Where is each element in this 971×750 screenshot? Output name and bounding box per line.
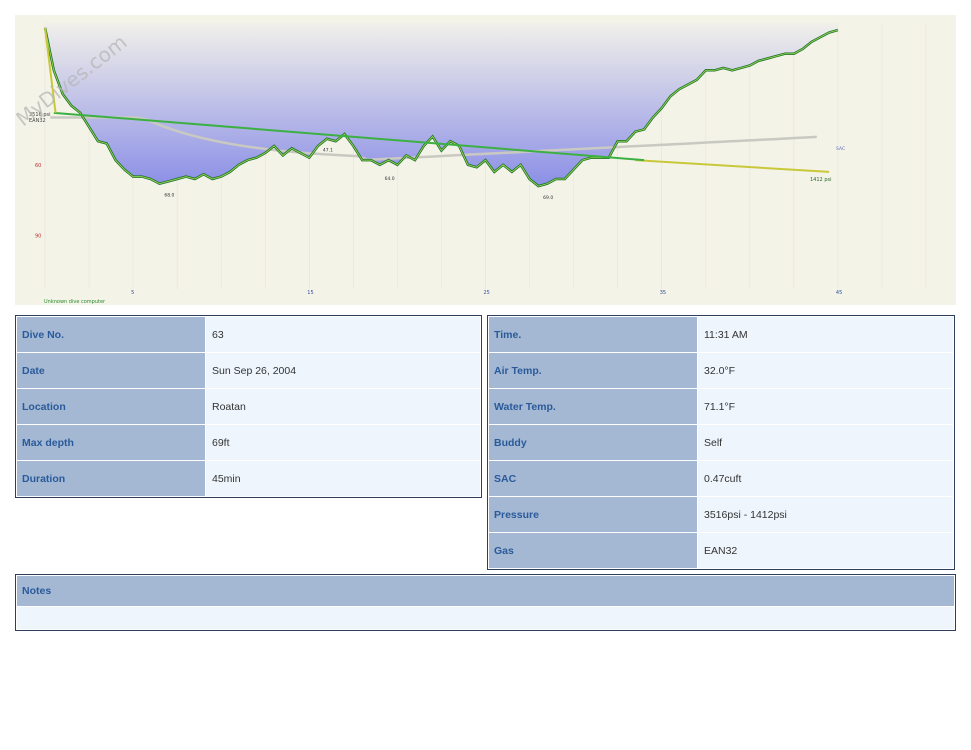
info-label: Air Temp.	[489, 353, 697, 388]
info-row: Gas EAN32	[489, 533, 953, 568]
info-label: Pressure	[489, 497, 697, 532]
dive-info-table-right: Time. 11:31 AM Air Temp. 32.0°F Water Temp. 7…	[487, 315, 955, 570]
time-tick-label: 25	[484, 290, 490, 296]
info-label: Max depth	[17, 425, 205, 460]
notes-value	[17, 607, 954, 629]
info-label: Dive No.	[17, 317, 205, 352]
info-label: Gas	[489, 533, 697, 568]
time-tick-label: 15	[307, 290, 313, 296]
info-value: 69ft	[206, 425, 480, 460]
info-label: Duration	[17, 461, 205, 496]
info-row: Max depth 69ft	[17, 425, 480, 460]
info-row: Time. 11:31 AM	[489, 317, 953, 352]
info-label: Time.	[489, 317, 697, 352]
info-value: 71.1°F	[698, 389, 953, 424]
info-label: Buddy	[489, 425, 697, 460]
info-value: 0.47cuft	[698, 461, 953, 496]
depth-marker-label: 47.1	[323, 148, 333, 154]
depth-marker-label: 68.0	[164, 192, 174, 198]
info-value: 32.0°F	[698, 353, 953, 388]
info-row: Water Temp. 71.1°F	[489, 389, 953, 424]
notes-label: Notes	[17, 576, 954, 606]
end-pressure-label: 1412 psi	[810, 177, 831, 183]
info-value: 11:31 AM	[698, 317, 953, 352]
info-row: Pressure 3516psi - 1412psi	[489, 497, 953, 532]
depth-tick-label: 90	[35, 234, 41, 240]
depth-marker-label: 69.0	[543, 195, 553, 201]
time-tick-label: 35	[660, 290, 666, 296]
notes-table: Notes	[15, 574, 956, 631]
depth-tick-label: 60	[35, 163, 41, 169]
info-row: Date Sun Sep 26, 2004	[17, 353, 480, 388]
notes-value-row	[17, 607, 954, 629]
info-label: Date	[17, 353, 205, 388]
dive-info-table-left: Dive No. 63 Date Sun Sep 26, 2004 Location Ro…	[15, 315, 482, 498]
info-value: EAN32	[698, 533, 953, 568]
info-row: Dive No. 63	[17, 317, 480, 352]
dive-profile-chart: 6090 5 15 25 35 45 68.047.164.069.0 3516 psi…	[15, 15, 956, 305]
time-tick-label: 45	[836, 290, 842, 296]
info-value: 3516psi - 1412psi	[698, 497, 953, 532]
info-label: Water Temp.	[489, 389, 697, 424]
info-label: Location	[17, 389, 205, 424]
info-value: Sun Sep 26, 2004	[206, 353, 480, 388]
info-value: Roatan	[206, 389, 480, 424]
computer-label: Unknown dive computer	[44, 299, 106, 305]
info-row: Location Roatan	[17, 389, 480, 424]
info-row: Duration 45min	[17, 461, 480, 496]
notes-header-row: Notes	[17, 576, 954, 606]
depth-marker-label: 64.0	[385, 176, 395, 182]
info-value: 63	[206, 317, 480, 352]
info-value: Self	[698, 425, 953, 460]
info-row: Buddy Self	[489, 425, 953, 460]
sac-line-label: SAC	[836, 146, 845, 152]
info-row: Air Temp. 32.0°F	[489, 353, 953, 388]
time-tick-label: 5	[131, 290, 134, 296]
info-label: SAC	[489, 461, 697, 496]
info-row: SAC 0.47cuft	[489, 461, 953, 496]
info-value: 45min	[206, 461, 480, 496]
